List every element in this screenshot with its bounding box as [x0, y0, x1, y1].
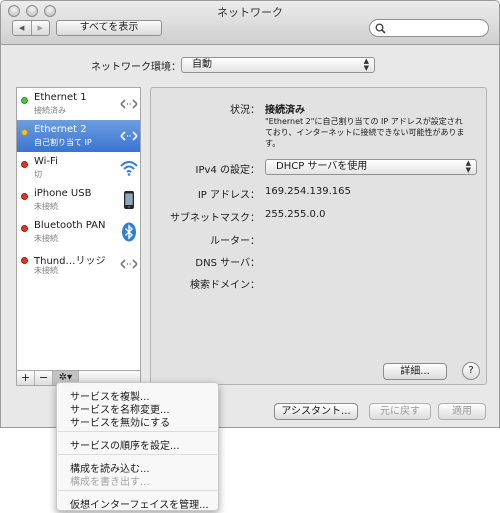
thunderbolt-bridge-icon: [120, 259, 138, 269]
service-status: 未接続: [34, 266, 58, 275]
ip-address-value: 169.254.139.165: [265, 186, 351, 197]
status-label: 状況：: [230, 105, 260, 116]
ipv4-config-value: DHCP サーバを使用: [276, 161, 368, 172]
ethernet-icon: [120, 131, 138, 141]
status-note: "Ethernet 2"に自己割り当ての IP アドレスが設定されており、インタ…: [265, 117, 465, 148]
service-item-wi-fi[interactable]: Wi-Fi 切: [17, 152, 140, 184]
search-field[interactable]: [369, 19, 489, 37]
service-status: 未接続: [34, 234, 58, 243]
service-item-thunderbolt-bridge[interactable]: Thund…リッジ 未接続: [17, 248, 140, 280]
status-dot-icon: [21, 257, 28, 264]
menu-item-export-configuration: 構成を書き出す...: [70, 477, 150, 488]
search-icon: [375, 23, 386, 34]
menu-separator: [58, 490, 217, 491]
ipv4-config-label: IPv4 の設定：: [195, 165, 260, 176]
menu-item-set-service-order[interactable]: サービスの順序を設定...: [70, 437, 180, 452]
status-dot-icon: [21, 129, 28, 136]
service-name: iPhone USB: [34, 188, 92, 199]
back-arrow-icon[interactable]: ◀: [13, 21, 31, 35]
chevron-updown-icon: ▲ ▼: [465, 159, 471, 174]
ipv4-config-popup[interactable]: DHCP サーバを使用 ▲ ▼: [265, 159, 477, 175]
title-bar: ネットワーク ◀ ▶ すべてを表示: [1, 1, 499, 45]
service-status: 自己割り当て IP: [34, 138, 92, 147]
network-preferences-window: ネットワーク ◀ ▶ すべてを表示 ネットワーク環境： 自動 ▲ ▼ Ethern…: [0, 0, 500, 428]
menu-item-manage-virtual-interfaces[interactable]: 仮想インターフェイスを管理...: [70, 496, 209, 511]
forward-arrow-icon[interactable]: ▶: [30, 21, 50, 35]
status-dot-icon: [21, 225, 28, 232]
status-dot-icon: [21, 193, 28, 200]
service-name: Ethernet 1: [34, 92, 87, 103]
subnet-mask-label: サブネットマスク：: [170, 213, 260, 224]
service-item-iphone-usb[interactable]: iPhone USB 未接続: [17, 184, 140, 216]
gear-action-menu: サービスを複製... サービスを名称変更... サービスを無効にする サービスの…: [56, 382, 219, 511]
service-name: Ethernet 2: [34, 124, 87, 135]
add-service-button[interactable]: +: [17, 371, 35, 385]
service-name: Bluetooth PAN: [34, 220, 106, 231]
show-all-button[interactable]: すべてを表示: [56, 20, 162, 36]
subnet-mask-value: 255.255.0.0: [265, 209, 326, 220]
assistant-button[interactable]: アシスタント...: [274, 403, 358, 420]
service-item-bluetooth-pan[interactable]: Bluetooth PAN 未接続: [17, 216, 140, 248]
chevron-updown-icon: ▲ ▼: [363, 57, 369, 72]
router-label: ルーター：: [210, 236, 260, 247]
service-status: 切: [34, 170, 42, 179]
service-status: 未接続: [34, 202, 58, 211]
menu-separator: [58, 431, 217, 432]
iphone-icon: [124, 191, 134, 209]
advanced-button[interactable]: 詳細...: [383, 363, 447, 380]
service-list: Ethernet 1 接続済み Ethernet 2 自己割り当て IP Wi-…: [16, 87, 141, 371]
wifi-icon: [120, 161, 138, 176]
location-label: ネットワーク環境：: [91, 62, 181, 73]
remove-service-button[interactable]: −: [35, 371, 53, 385]
location-popup[interactable]: 自動 ▲ ▼: [181, 57, 375, 73]
status-dot-icon: [21, 97, 28, 104]
help-button[interactable]: ?: [462, 362, 480, 380]
ethernet-icon: [120, 99, 138, 109]
back-forward-buttons[interactable]: ◀ ▶: [12, 20, 50, 36]
bluetooth-icon: [122, 222, 136, 242]
status-value: 接続済み: [265, 105, 305, 116]
menu-separator: [58, 454, 217, 455]
window-title: ネットワーク: [217, 6, 283, 19]
service-detail-panel: 状況： 接続済み "Ethernet 2"に自己割り当ての IP アドレスが設定…: [150, 87, 487, 385]
service-name: Wi-Fi: [34, 156, 58, 167]
service-status: 接続済み: [34, 106, 66, 115]
dns-server-label: DNS サーバ：: [195, 258, 260, 269]
revert-button[interactable]: 元に戻す: [369, 403, 431, 420]
ip-address-label: IP アドレス：: [197, 190, 260, 201]
service-item-ethernet-2[interactable]: Ethernet 2 自己割り当て IP: [17, 120, 140, 152]
location-value: 自動: [192, 59, 212, 70]
service-item-ethernet-1[interactable]: Ethernet 1 接続済み: [17, 88, 140, 120]
search-domain-label: 検索ドメイン：: [190, 280, 260, 291]
apply-button[interactable]: 適用: [438, 403, 486, 420]
menu-item-deactivate-service[interactable]: サービスを無効にする: [70, 414, 170, 429]
status-dot-icon: [21, 161, 28, 168]
